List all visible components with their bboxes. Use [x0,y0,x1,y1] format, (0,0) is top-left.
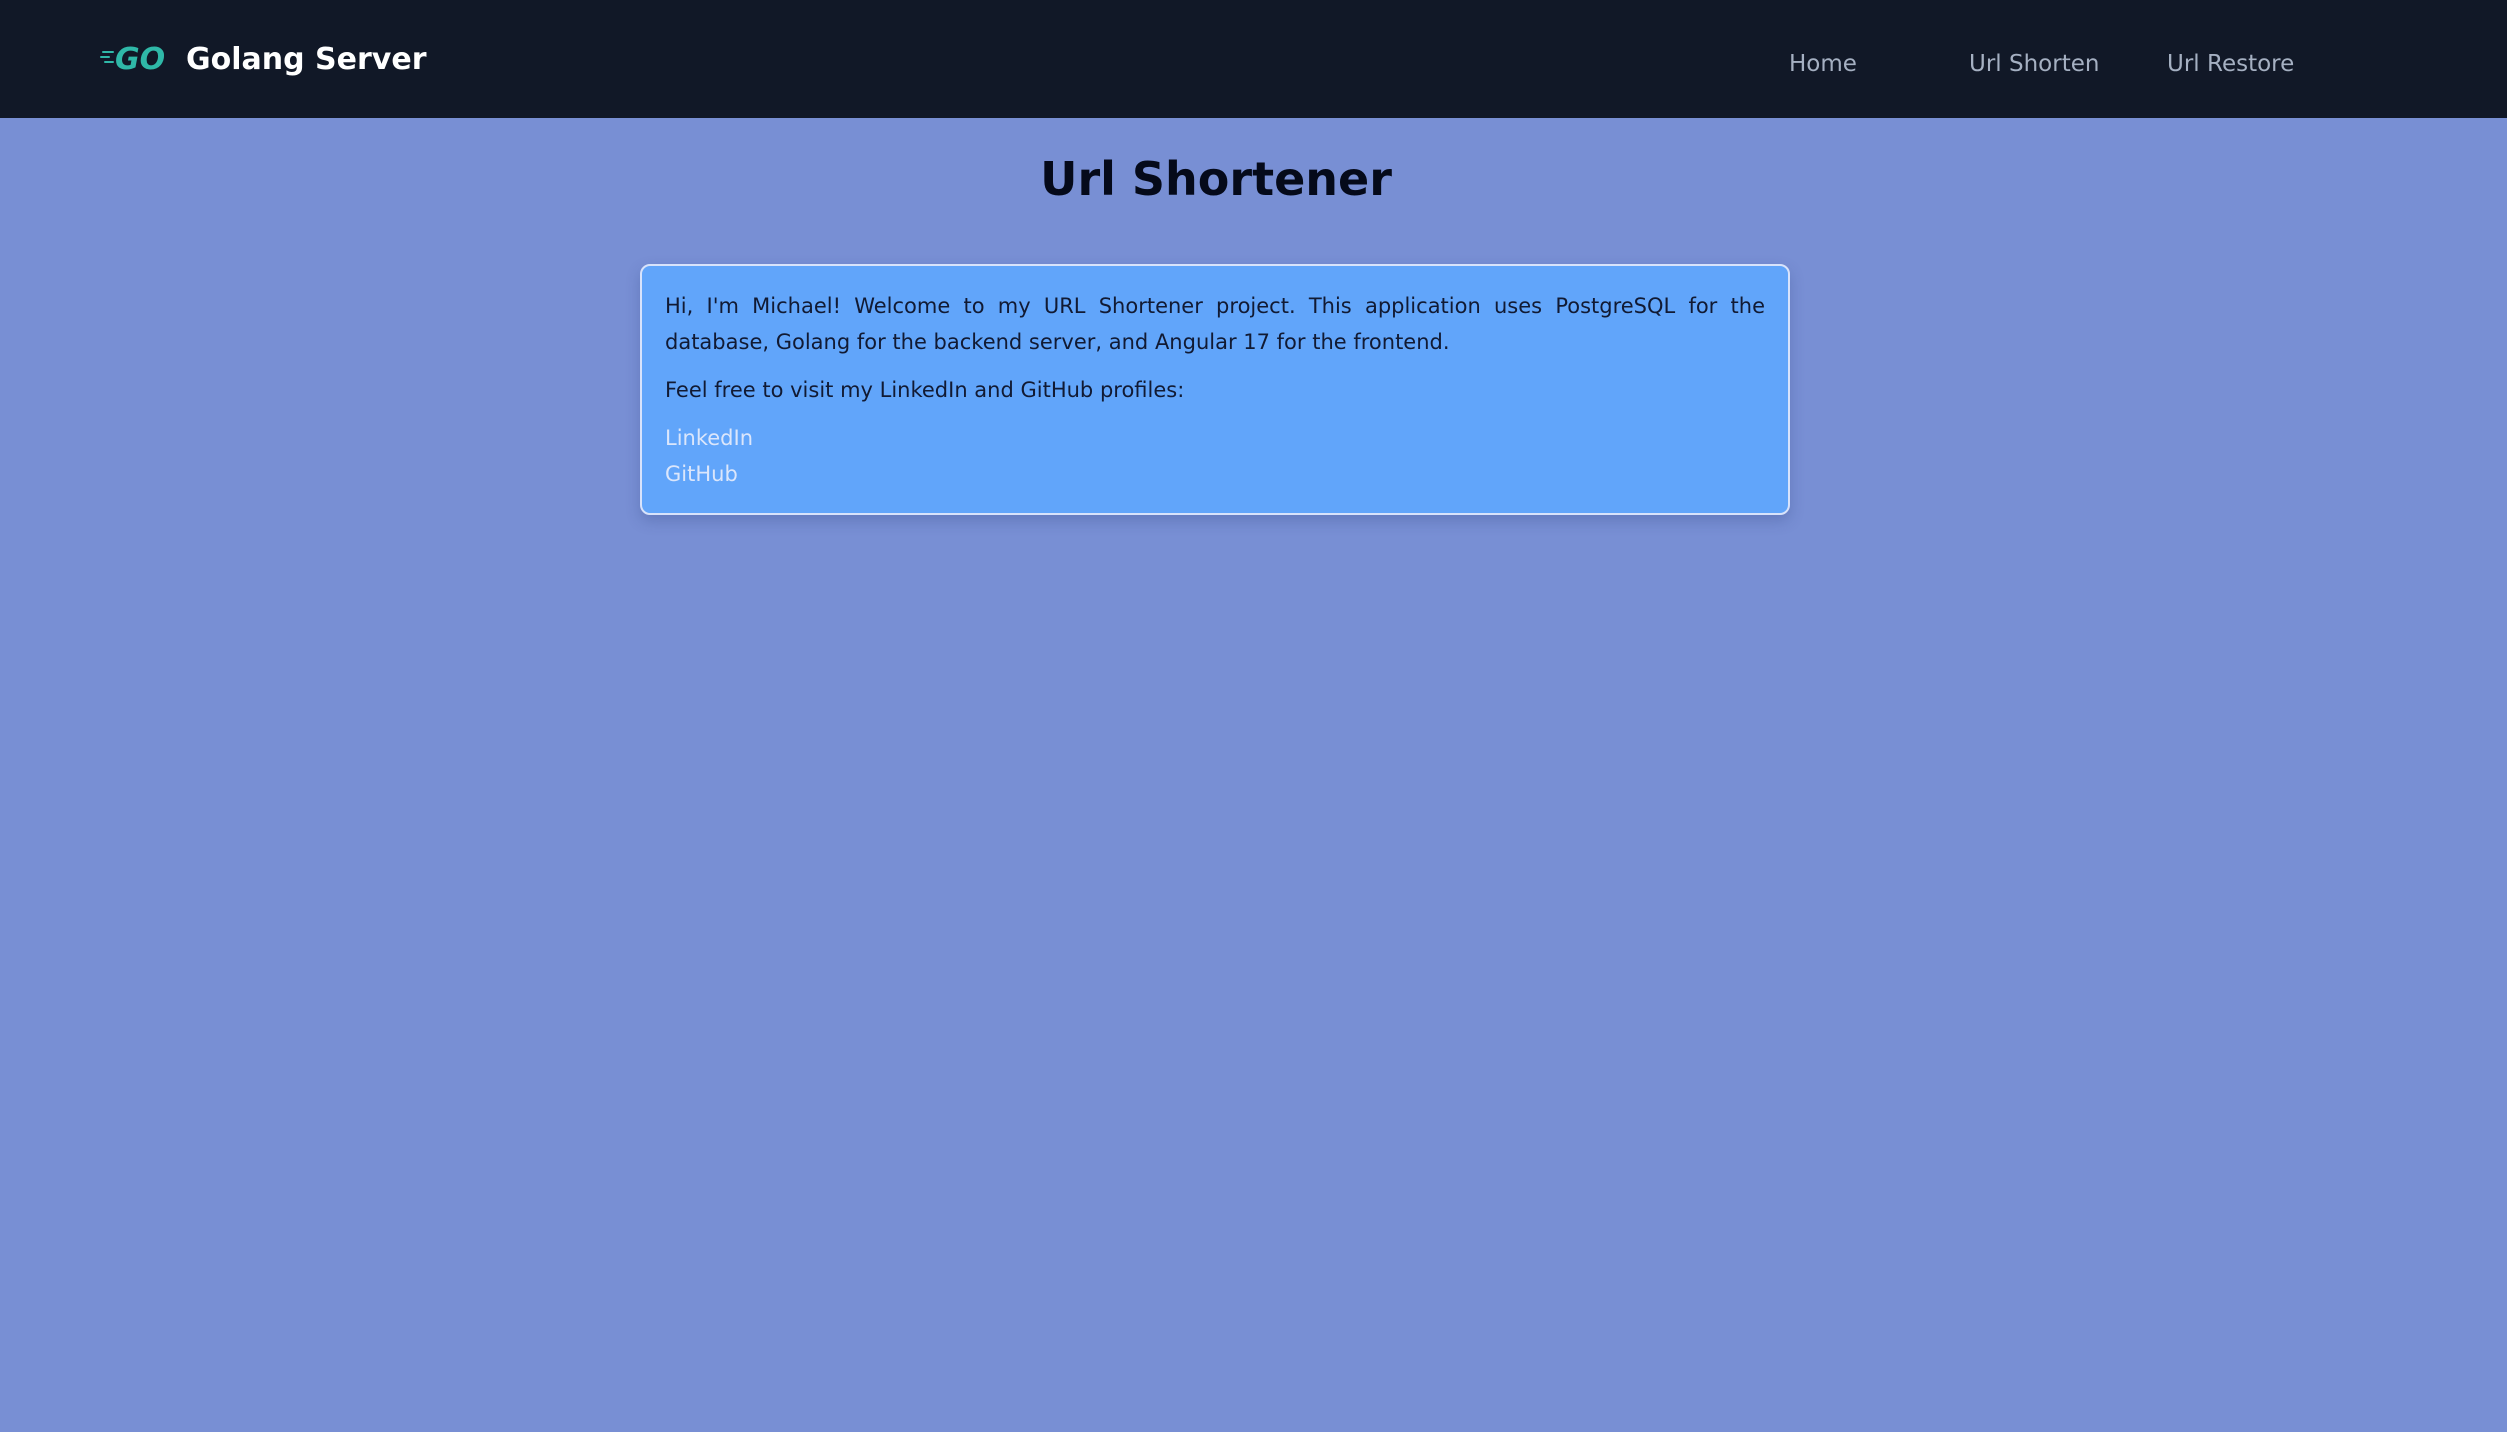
brand-name: Golang Server [186,41,427,77]
nav-link-url-shorten[interactable]: Url Shorten [1969,0,2099,128]
github-link[interactable]: GitHub [665,456,738,492]
navbar: GO Golang Server Home Url Shorten Url Re… [0,0,2507,118]
linkedin-link[interactable]: LinkedIn [665,420,753,456]
brand-home-link[interactable]: GO Golang Server [100,0,426,118]
intro-text: Hi, I'm Michael! Welcome to my URL Short… [665,294,1765,354]
go-gopher-logo-icon: GO [100,42,164,76]
nav-link-url-restore[interactable]: Url Restore [2167,0,2294,128]
page-title: Url Shortener [1040,152,1392,206]
go-logo-text: GO [115,42,164,76]
profiles-prompt-text: Feel free to visit my LinkedIn and GitHu… [665,378,1185,402]
nav-link-home[interactable]: Home [1789,0,1857,128]
intro-card: Hi, I'm Michael! Welcome to my URL Short… [640,264,1790,515]
profile-links: LinkedIn GitHub [665,420,1765,492]
